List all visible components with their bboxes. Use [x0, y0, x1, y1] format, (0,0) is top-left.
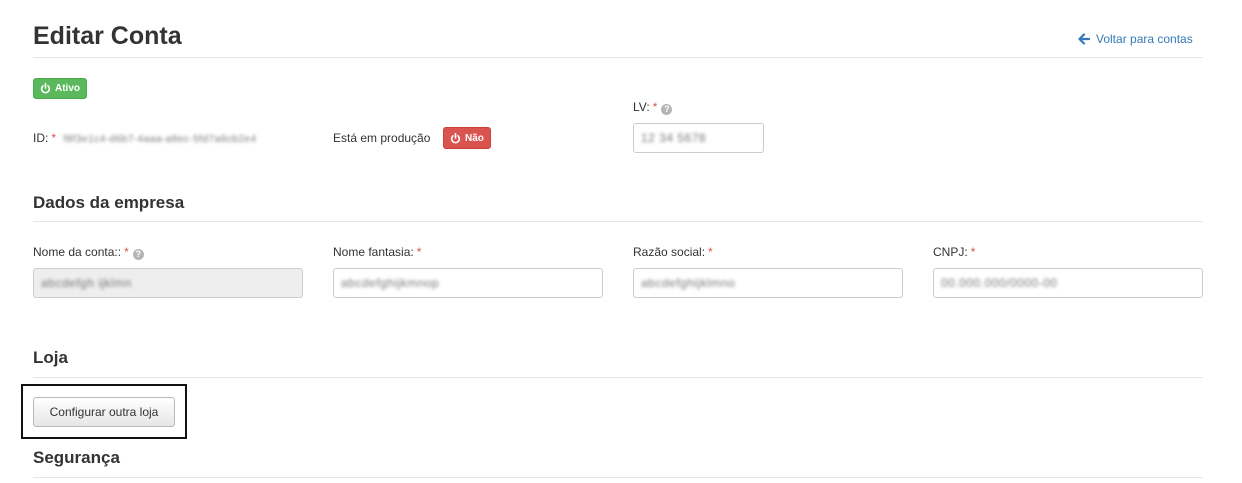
company-divider: [33, 221, 1203, 222]
account-name-label: Nome da conta::: [33, 245, 122, 259]
legal-name-label-row: Razão social: *: [633, 245, 713, 260]
id-label: ID:: [33, 131, 49, 145]
lv-input-value: 12 34 5678: [641, 131, 707, 145]
power-icon: [450, 132, 461, 143]
header-divider: [33, 57, 1203, 58]
trade-name-input[interactable]: abcdefghijkmnop: [333, 268, 603, 298]
id-field: ID: * f8f3e1c4-d6b7-4aaa-a8ec-5fd7a6cb2e4: [33, 131, 257, 147]
id-value: f8f3e1c4-d6b7-4aaa-a8ec-5fd7a6cb2e4: [63, 134, 257, 145]
page-title: Editar Conta: [33, 22, 182, 50]
required-marker: *: [51, 131, 57, 145]
trade-name-label: Nome fantasia:: [333, 245, 414, 259]
cnpj-input[interactable]: 00.000.000/0000-00: [933, 268, 1203, 298]
legal-name-value: abcdefghijklmno: [641, 276, 736, 290]
required-marker: *: [708, 245, 713, 259]
account-name-label-row: Nome da conta:: *?: [33, 245, 144, 260]
question-circle-icon[interactable]: ?: [661, 104, 673, 115]
cnpj-label: CNPJ:: [933, 245, 968, 259]
trade-name-value: abcdefghijkmnop: [341, 276, 440, 290]
question-circle-icon[interactable]: ?: [132, 249, 144, 260]
store-divider: [33, 377, 1203, 378]
legal-name-label: Razão social:: [633, 245, 706, 259]
production-label: Está em produção: [333, 131, 431, 145]
lv-label: LV:: [633, 100, 650, 114]
cnpj-label-row: CNPJ: *: [933, 245, 975, 260]
lv-label-row: LV: *?: [633, 100, 673, 115]
active-label: Ativo: [55, 83, 80, 94]
production-value: Não: [465, 132, 484, 144]
trade-name-label-row: Nome fantasia: *: [333, 245, 421, 260]
security-section-title: Segurança: [33, 448, 120, 467]
required-marker: *: [970, 245, 976, 259]
active-toggle-button[interactable]: Ativo: [33, 78, 87, 99]
back-link-label: Voltar para contas: [1096, 32, 1193, 46]
required-marker: *: [652, 100, 658, 114]
arrow-left-icon: [1078, 33, 1090, 45]
store-section-title: Loja: [33, 348, 68, 367]
legal-name-input[interactable]: abcdefghijklmno: [633, 268, 903, 298]
configure-store-button[interactable]: Configurar outra loja: [33, 397, 175, 427]
back-to-accounts-link[interactable]: Voltar para contas: [1078, 31, 1193, 47]
company-section-title: Dados da empresa: [33, 193, 185, 212]
account-name-input: abcdefgh ijklmn: [33, 268, 303, 298]
security-divider: [33, 477, 1203, 478]
lv-input[interactable]: 12 34 5678: [633, 123, 764, 153]
required-marker: *: [416, 245, 422, 259]
power-icon: [40, 83, 51, 94]
account-name-value: abcdefgh ijklmn: [41, 276, 132, 290]
production-toggle-button[interactable]: Não: [443, 127, 491, 149]
required-marker: *: [124, 245, 129, 259]
cnpj-value: 00.000.000/0000-00: [941, 276, 1058, 290]
